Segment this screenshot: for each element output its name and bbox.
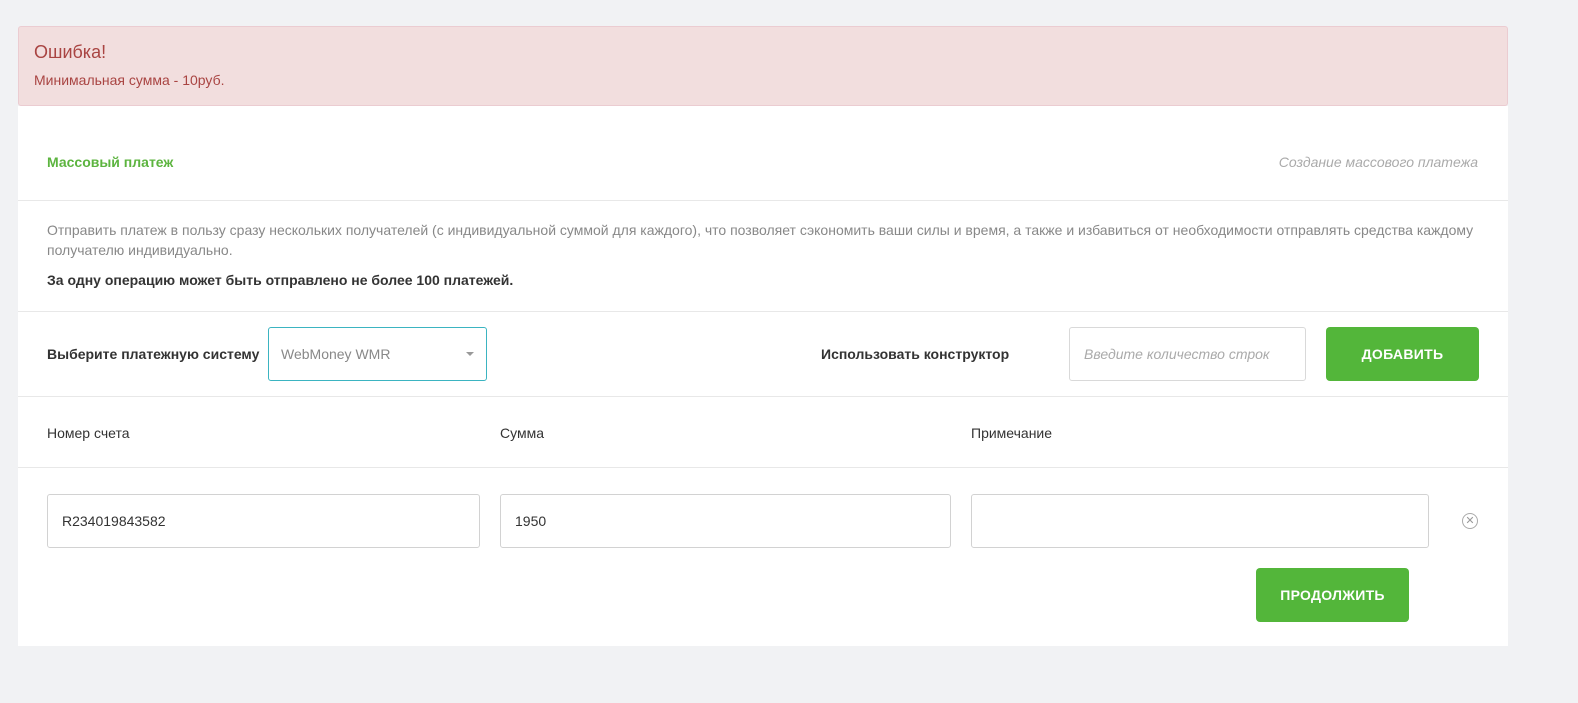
payment-system-label: Выберите платежную систему <box>47 346 260 362</box>
error-alert: Ошибка! Минимальная сумма - 10руб. <box>18 26 1508 106</box>
table-header: Номер счета Сумма Примечание <box>18 397 1508 468</box>
controls-bar: Выберите платежную систему WebMoney WMR … <box>18 312 1508 397</box>
alert-message: Минимальная сумма - 10руб. <box>34 72 225 88</box>
payment-limit-note: За одну операцию может быть отправлено н… <box>47 272 514 288</box>
payment-system-value: WebMoney WMR <box>281 346 391 362</box>
close-circle-icon[interactable]: ✕ <box>1462 513 1478 529</box>
add-rows-button[interactable]: ДОБАВИТЬ <box>1326 327 1479 381</box>
amount-input[interactable] <box>500 494 951 548</box>
description-text: Отправить платеж в пользу сразу нескольк… <box>47 222 1474 258</box>
panel-subtitle: Создание массового платежа <box>1278 154 1478 170</box>
chevron-down-icon <box>466 352 474 356</box>
alert-title: Ошибка! <box>34 42 107 62</box>
mass-payment-panel: Массовый платеж Создание массового плате… <box>18 106 1508 646</box>
panel-header: Массовый платеж Создание массового плате… <box>18 106 1508 201</box>
column-header-note: Примечание <box>971 425 1053 441</box>
constructor-label: Использовать конструктор <box>821 346 1010 362</box>
note-input[interactable] <box>971 494 1429 548</box>
panel-title: Массовый платеж <box>47 154 174 170</box>
description: Отправить платеж в пользу сразу нескольк… <box>18 201 1508 312</box>
account-number-input[interactable] <box>47 494 480 548</box>
payment-row: ✕ ПРОДОЛЖИТЬ <box>18 468 1508 645</box>
column-header-account: Номер счета <box>47 425 130 441</box>
payment-system-select[interactable]: WebMoney WMR <box>268 327 487 381</box>
rows-count-input[interactable] <box>1069 327 1306 381</box>
column-header-amount: Сумма <box>500 425 544 441</box>
continue-button[interactable]: ПРОДОЛЖИТЬ <box>1256 568 1409 622</box>
